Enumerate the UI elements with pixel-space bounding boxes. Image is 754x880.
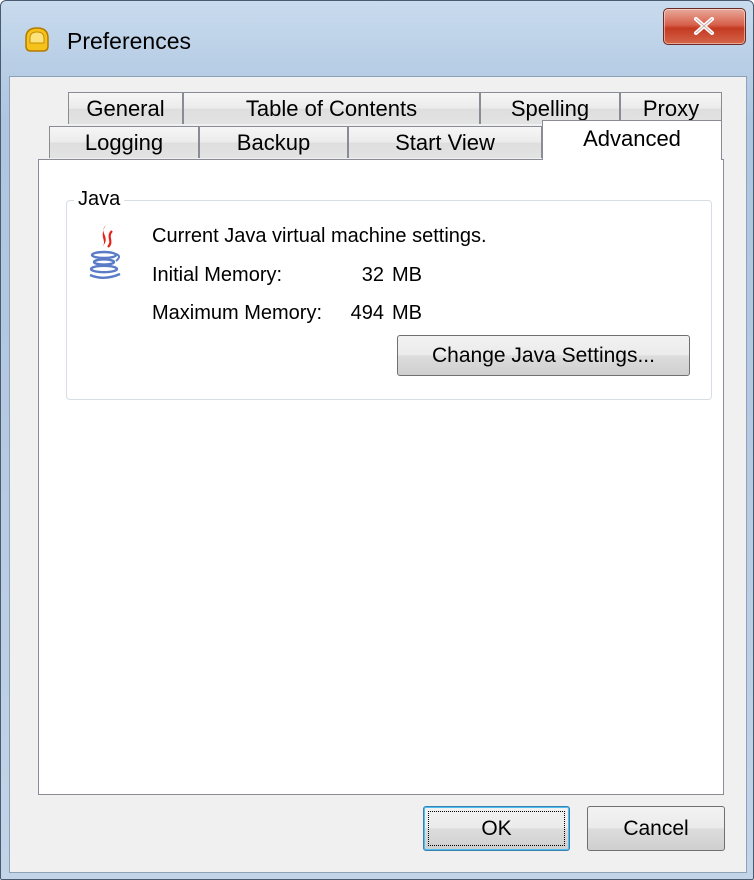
tab-label: Backup [236, 130, 311, 155]
tab-table-of-contents[interactable]: Table of Contents [183, 92, 480, 124]
initial-memory-label: Initial Memory: [152, 264, 283, 286]
window-title: Preferences [67, 28, 192, 54]
max-memory-unit: MB [392, 302, 422, 324]
initial-memory-unit: MB [392, 264, 422, 286]
cancel-label: Cancel [623, 817, 689, 840]
tab-label: Advanced [583, 126, 681, 151]
tab-start-view[interactable]: Start View [348, 126, 542, 158]
app-icon [25, 27, 49, 52]
tab-label: Logging [84, 130, 164, 155]
max-memory-value: 494 [350, 302, 384, 324]
group-title: Java [74, 187, 125, 211]
advanced-tab-page: Java Current Java virtual machine settin… [38, 159, 724, 795]
tab-advanced[interactable]: Advanced [542, 120, 722, 160]
tab-label: Proxy [642, 96, 700, 121]
tab-logging[interactable]: Logging [49, 126, 199, 158]
max-memory-label: Maximum Memory: [152, 302, 323, 324]
tab-label: Table of Contents [245, 96, 418, 121]
tab-label: Start View [395, 130, 495, 155]
java-description: Current Java virtual machine settings. [152, 225, 487, 247]
cancel-button[interactable]: Cancel [587, 806, 725, 851]
close-icon [694, 17, 714, 35]
dialog-body: General Table of Contents Spelling Proxy… [9, 76, 747, 873]
title-bar[interactable]: Preferences [1, 1, 753, 76]
focus-ring [428, 811, 565, 846]
tab-label: Spelling [510, 96, 590, 121]
java-icon [89, 225, 121, 279]
initial-memory-value: 32 [361, 264, 384, 286]
change-java-settings-button[interactable]: Change Java Settings... [397, 335, 690, 376]
tab-general[interactable]: General [68, 92, 183, 124]
tab-backup[interactable]: Backup [199, 126, 348, 158]
tab-label: General [86, 96, 165, 121]
preferences-window: Preferences General Table of Contents Sp… [0, 0, 754, 880]
ok-button[interactable]: OK [423, 806, 570, 851]
close-button[interactable] [663, 8, 746, 45]
